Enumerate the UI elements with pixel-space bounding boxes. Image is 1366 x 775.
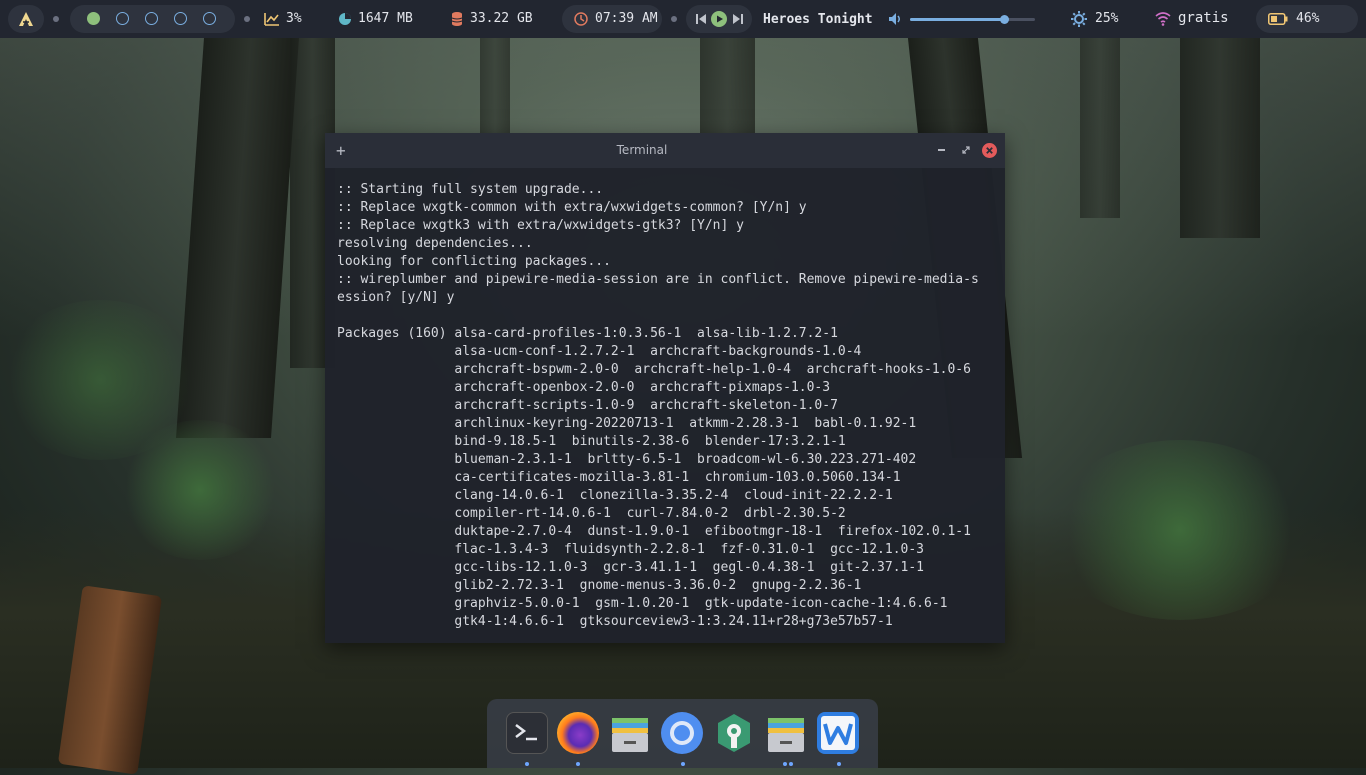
terminal-line: archlinux-keyring-20220713-1 atkmm-2.28.…	[337, 416, 917, 431]
terminal-line: compiler-rt-14.0.6-1 curl-7.84.0-2 drbl-…	[337, 506, 846, 521]
top-bar: 3% 1647 MB 33.22 GB 07:39 AM Heroes Toni…	[0, 0, 1366, 38]
terminal-line: bind-9.18.5-1 binutils-2.38-6 blender-17…	[337, 434, 846, 449]
dock-running-indicator	[681, 762, 685, 766]
volume-slider-fill	[910, 18, 1004, 21]
file-manager-icon[interactable]	[609, 712, 651, 754]
workspace-1[interactable]	[87, 12, 100, 25]
settings-icon[interactable]	[713, 712, 755, 754]
terminal-line: blueman-2.3.1-1 brltty-6.5-1 broadcom-wl…	[337, 452, 917, 467]
terminal-line: Packages (160) alsa-card-profiles-1:0.3.…	[337, 326, 838, 341]
terminal-line: archcraft-scripts-1.0-9 archcraft-skelet…	[337, 398, 838, 413]
tree-trunk	[480, 38, 510, 138]
next-track-icon[interactable]	[733, 14, 743, 24]
terminal-line: clang-14.0.6-1 clonezilla-3.35.2-4 cloud…	[337, 488, 893, 503]
dock-running-indicator	[837, 762, 841, 766]
workspace-3[interactable]	[145, 12, 158, 25]
disk-icon	[451, 12, 463, 26]
volume-icon[interactable]	[888, 12, 902, 26]
cpu-chart-icon	[264, 13, 279, 26]
terminal-output[interactable]: :: Starting full system upgrade...:: Rep…	[337, 181, 997, 631]
archcraft-logo-icon	[19, 12, 33, 26]
tree-trunk	[1080, 38, 1120, 218]
terminal-window[interactable]: + Terminal :: Starting full system upgra…	[325, 133, 1005, 643]
memory-icon	[339, 13, 351, 25]
dock-running-indicator	[783, 762, 787, 766]
battery-icon	[1268, 13, 1288, 25]
fern	[0, 300, 200, 460]
terminal-line: gtk4-1:4.6.6-1 gtksourceview3-1:3.24.11+…	[337, 614, 893, 629]
terminal-line: ession? [y/N] y	[337, 290, 455, 305]
brightness-level: 25%	[1095, 11, 1119, 26]
separator-dot	[244, 16, 250, 22]
dock-running-indicator	[789, 762, 793, 766]
terminal-line: :: Replace wxgtk3 with extra/wxwidgets-g…	[337, 218, 744, 233]
terminal-line: :: Replace wxgtk-common with extra/wxwid…	[337, 200, 807, 215]
separator-dot	[671, 16, 677, 22]
file-manager-icon[interactable]	[765, 712, 807, 754]
clock-icon	[574, 12, 588, 26]
separator-dot	[53, 16, 59, 22]
wps-writer-icon[interactable]	[817, 712, 859, 754]
workspace-4[interactable]	[174, 12, 187, 25]
dock-running-indicator	[525, 762, 529, 766]
wifi-icon[interactable]	[1155, 11, 1171, 26]
close-icon[interactable]	[982, 143, 997, 158]
dock-running-indicator	[576, 762, 580, 766]
terminal-line: looking for conflicting packages...	[337, 254, 611, 269]
chromium-icon[interactable]	[661, 712, 703, 754]
launcher-button[interactable]	[8, 5, 44, 33]
disk-usage: 33.22 GB	[470, 11, 533, 26]
terminal-icon[interactable]	[506, 712, 548, 754]
workspace-2[interactable]	[116, 12, 129, 25]
minimize-icon[interactable]	[938, 149, 945, 151]
memory-usage: 1647 MB	[358, 11, 413, 26]
volume-slider-knob[interactable]	[999, 15, 1009, 24]
terminal-line: flac-1.3.4-3 fluidsynth-2.2.8-1 fzf-0.31…	[337, 542, 924, 557]
now-playing-title: Heroes Tonight	[763, 12, 873, 27]
terminal-line: alsa-ucm-conf-1.2.7.2-1 archcraft-backgr…	[337, 344, 862, 359]
terminal-line: glib2-2.72.3-1 gnome-menus-3.36.0-2 gnup…	[337, 578, 862, 593]
terminal-line: archcraft-bspwm-2.0-0 archcraft-help-1.0…	[337, 362, 971, 377]
workspace-5[interactable]	[203, 12, 216, 25]
dock	[487, 699, 878, 768]
tree-trunk	[700, 38, 755, 138]
terminal-line: :: wireplumber and pipewire-media-sessio…	[337, 272, 979, 287]
brightness-icon	[1071, 11, 1087, 27]
terminal-line: archcraft-openbox-2.0-0 archcraft-pixmap…	[337, 380, 831, 395]
maximize-icon[interactable]	[962, 146, 970, 154]
play-icon[interactable]	[711, 11, 727, 27]
terminal-line: duktape-2.7.0-4 dunst-1.9.0-1 efibootmgr…	[337, 524, 971, 539]
network-name: gratis	[1178, 10, 1229, 26]
fern	[1050, 440, 1310, 620]
clock-time: 07:39 AM	[595, 11, 658, 26]
tree-trunk	[1180, 38, 1260, 238]
cpu-usage: 3%	[286, 11, 302, 26]
terminal-titlebar[interactable]: + Terminal	[325, 133, 1005, 168]
volume-slider[interactable]	[910, 15, 1035, 24]
battery-level: 46%	[1296, 11, 1320, 26]
terminal-line: graphviz-5.0.0-1 gsm-1.0.20-1 gtk-update…	[337, 596, 948, 611]
terminal-line: ca-certificates-mozilla-3.81-1 chromium-…	[337, 470, 901, 485]
previous-track-icon[interactable]	[696, 14, 706, 24]
terminal-line: gcc-libs-12.1.0-3 gcr-3.41.1-1 gegl-0.4.…	[337, 560, 924, 575]
terminal-title: Terminal	[616, 143, 668, 157]
terminal-line: resolving dependencies...	[337, 236, 533, 251]
firefox-icon[interactable]	[557, 712, 599, 754]
terminal-line: :: Starting full system upgrade...	[337, 182, 604, 197]
